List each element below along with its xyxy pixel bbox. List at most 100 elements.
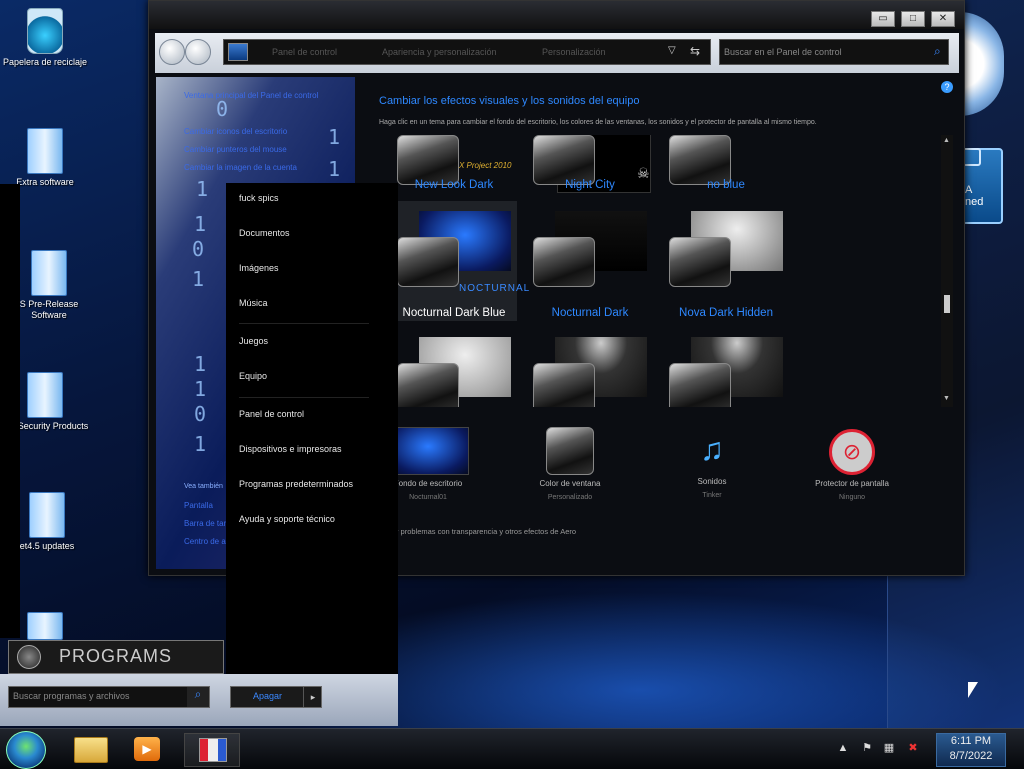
search-icon[interactable]: ⌕ [934,44,941,59]
sidebar-link-display[interactable]: Pantalla [184,501,213,510]
theme-no-blue[interactable]: no blue [663,135,789,195]
theme-preview [533,135,595,185]
start-menu-item-help-support[interactable]: Ayuda y soporte técnico [239,514,335,524]
start-menu-item-user[interactable]: fuck spics [239,193,279,203]
title-bar[interactable]: ▭ □ ✕ [149,1,964,29]
theme-tile[interactable] [527,327,653,407]
scroll-up-icon[interactable]: ▲ [943,137,950,144]
window-color-setting[interactable]: Color de ventana Personalizado [505,423,635,501]
theme-preview [669,363,731,407]
theme-preview [533,363,595,407]
search-icon[interactable]: ⌕ [187,687,209,707]
sidebar-link-home[interactable]: Ventana principal del Panel de control [184,91,318,100]
sounds-icon: ♫ [700,431,724,467]
start-button[interactable] [6,731,46,769]
setting-title: Color de ventana [539,479,601,488]
start-menu-item-games[interactable]: Juegos [239,336,268,346]
programs-label: PROGRAMS [59,646,173,666]
breadcrumb-appearance[interactable]: Apariencia y personalización [382,47,497,57]
screensaver-icon: ⊘ [829,429,875,475]
sounds-setting[interactable]: ♫ Sonidos Tinker [647,423,777,499]
start-search-input[interactable]: Buscar programas y archivos ⌕ [8,686,210,708]
folder-icon [27,612,63,640]
chevron-down-icon[interactable]: ▽ [668,45,676,56]
action-center-flag-icon[interactable]: ⚑ [860,741,874,755]
maximize-button[interactable]: □ [901,11,925,27]
start-menu-right-pane: fuck spics Documentos Imágenes Música Ju… [226,183,398,675]
taskbar: ▶ ▲ ⚑ ▦ ✖ 6:11 PM 8/7/2022 [0,728,1024,769]
scrollbar-thumb[interactable] [944,295,950,313]
breadcrumb-control-panel[interactable]: Panel de control [272,47,337,57]
address-bar[interactable]: Panel de control Apariencia y personaliz… [223,39,711,65]
theme-tile[interactable] [391,327,517,407]
folder-icon [27,128,63,174]
sidebar-link-mouse-pointers[interactable]: Cambiar punteros del mouse [184,145,287,154]
play-icon: ▶ [134,737,160,761]
all-programs-button[interactable]: PROGRAMS [8,640,224,674]
start-menu-item-default-programs[interactable]: Programas predeterminados [239,479,353,489]
sidebar-link-desktop-icons[interactable]: Cambiar iconos del escritorio [184,127,287,136]
theme-nova-dark-hidden[interactable]: Nova Dark Hidden [663,201,789,321]
back-button[interactable] [159,39,185,65]
separator [239,397,369,398]
start-menu-item-control-panel[interactable]: Panel de control [239,409,304,419]
search-input[interactable]: Buscar en el Panel de control ⌕ [719,39,949,65]
scroll-down-icon[interactable]: ▼ [943,395,950,402]
theme-name: Nocturnal Dark [551,307,629,319]
shutdown-button[interactable]: Apagar ▸ [230,686,322,708]
breadcrumb-personalization[interactable]: Personalización [542,47,606,57]
theme-new-look-dark[interactable]: X Project 2010 New Look Dark [391,135,517,195]
help-icon[interactable]: ? [941,81,953,93]
taskbar-clock[interactable]: 6:11 PM 8/7/2022 [936,733,1006,767]
close-button[interactable]: ✕ [931,11,955,27]
folder-icon [31,250,67,296]
show-hidden-icons-button[interactable]: ▲ [836,741,850,755]
refresh-icon[interactable]: ⇆ [690,44,700,58]
shutdown-label: Apagar [253,691,283,701]
window-color-icon [546,427,594,475]
network-icon[interactable]: ▦ [882,741,896,755]
taskbar-personalization-button[interactable] [184,733,240,767]
page-subtitle: Haga clic en un tema para cambiar el fon… [379,119,817,126]
page-title: Cambiar los efectos visuales y los sonid… [379,95,640,107]
theme-gallery: X Project 2010 New Look Dark ☠ Night Cit… [391,135,941,407]
start-menu-item-documents[interactable]: Documentos [239,228,290,238]
setting-title: Sonidos [697,477,727,486]
desktop-icon-extra-software[interactable]: Extra software [0,128,90,188]
taskbar-explorer-button[interactable] [64,733,118,765]
start-menu-item-devices-printers[interactable]: Dispositivos e impresoras [239,444,342,454]
start-menu-item-pictures[interactable]: Imágenes [239,263,279,273]
start-menu-item-computer[interactable]: Equipo [239,371,267,381]
taskbar-media-player-button[interactable]: ▶ [122,733,176,765]
minimize-button[interactable]: ▭ [871,11,895,27]
separator [239,323,369,324]
forward-button[interactable] [185,39,211,65]
setting-value: Personalizado [547,494,593,501]
gallery-scrollbar[interactable]: ▲ ▼ [941,135,953,407]
setting-value: Tinker [702,492,722,499]
folder-icon [74,737,108,763]
theme-preview [669,135,731,185]
start-search-placeholder: Buscar programas y archivos [13,691,130,701]
theme-preview [397,237,459,287]
setting-title: Protector de pantalla [815,479,889,488]
theme-name: no blue [707,179,745,191]
search-placeholder: Buscar en el Panel de control [724,47,842,57]
theme-tile[interactable] [663,327,789,407]
programs-logo-icon [17,645,41,669]
desktop-icon-recycle-bin[interactable]: Papelera de reciclaje [0,8,90,68]
theme-nocturnal-dark-blue[interactable]: NOCTURNAL Nocturnal Dark Blue [391,201,529,321]
volume-muted-icon[interactable]: ✖ [906,741,920,755]
start-menu-item-music[interactable]: Música [239,298,268,308]
theme-overlay-text: X Project 2010 [459,161,512,170]
screensaver-setting[interactable]: ⊘ Protector de pantalla Ninguno [787,423,917,501]
clock-date: 8/7/2022 [949,750,993,762]
theme-night-city[interactable]: ☠ Night City [527,135,653,195]
folder-icon [27,372,63,418]
theme-nocturnal-dark[interactable]: Nocturnal Dark [527,201,653,321]
navigation-bar: Panel de control Apariencia y personaliz… [155,33,959,73]
personalization-icon [199,738,227,762]
shutdown-options-arrow-icon[interactable]: ▸ [303,687,322,707]
sidebar-link-account-picture[interactable]: Cambiar la imagen de la cuenta [184,163,297,172]
theme-name: Nocturnal Dark Blue [402,307,506,319]
